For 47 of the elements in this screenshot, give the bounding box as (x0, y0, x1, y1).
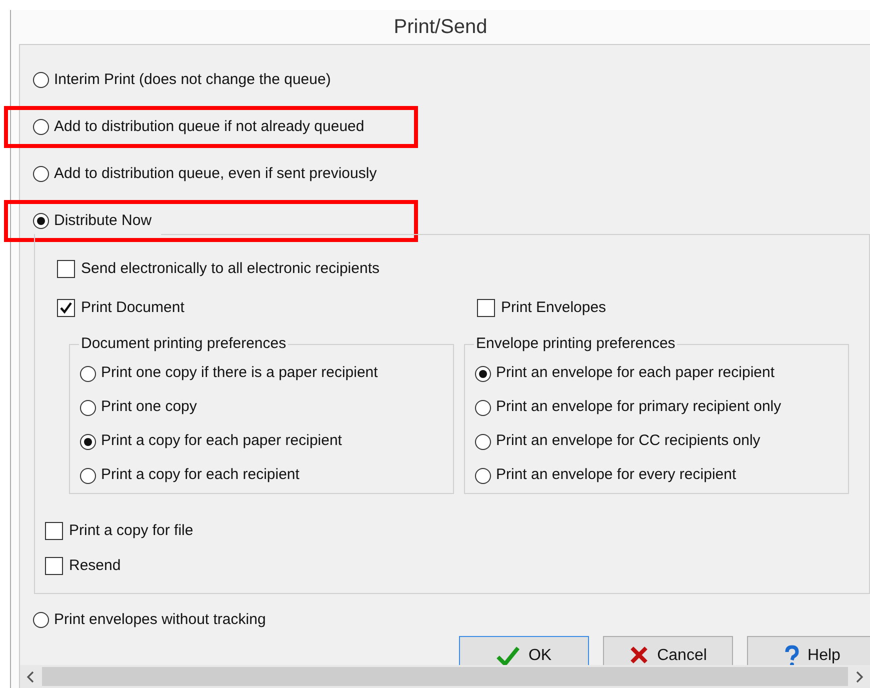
radio-button[interactable] (33, 213, 49, 229)
cross-icon (629, 645, 650, 665)
option-label: Print one copy (101, 397, 197, 418)
option-label: Print an envelope for each paper recipient (496, 363, 775, 384)
scrollbar-thumb[interactable] (42, 667, 848, 686)
checkbox[interactable] (57, 260, 75, 278)
option-label: Add to distribution queue, even if sent previously (54, 164, 377, 184)
checkbox-label: Print a copy for file (69, 520, 194, 540)
check-icon (496, 645, 520, 665)
checkbox-label: Send electronically to all electronic recipients (81, 258, 380, 278)
option-label: Print a copy for each recipient (101, 465, 300, 486)
checkbox[interactable] (57, 299, 75, 318)
radio-button[interactable] (475, 468, 491, 484)
option-label: Print an envelope for CC recipients only (496, 431, 760, 452)
option-label: Distribute Now (54, 210, 152, 231)
radio-button[interactable] (80, 400, 96, 416)
radio-button[interactable] (80, 366, 96, 382)
option-label: Print an envelope for primary recipient only (496, 397, 782, 418)
radio-button[interactable] (475, 434, 491, 450)
scroll-right-icon[interactable] (854, 670, 864, 682)
option-label: Print a copy for each paper recipient (101, 431, 342, 452)
option-label: Print envelopes without tracking (54, 610, 266, 630)
checkbox[interactable] (45, 522, 63, 540)
ok-button[interactable]: OK (459, 636, 589, 665)
checkbox[interactable] (477, 299, 495, 318)
window-title: Print/Send (394, 14, 488, 40)
radio-button[interactable] (33, 72, 49, 88)
scroll-left-icon[interactable] (26, 670, 36, 682)
option-label: Add to distribution queue if not already queued (54, 116, 364, 137)
radio-button[interactable] (33, 166, 49, 182)
radio-button[interactable] (475, 366, 491, 382)
question-mark-icon (784, 645, 800, 665)
option-label: Print an envelope for every recipient (496, 465, 736, 486)
checkbox[interactable] (45, 557, 63, 576)
radio-button[interactable] (80, 434, 96, 450)
radio-button[interactable] (80, 468, 96, 484)
option-label: Print one copy if there is a paper recipient (101, 363, 378, 384)
radio-button[interactable] (33, 612, 49, 628)
horizontal-scrollbar[interactable] (20, 665, 870, 688)
radio-button[interactable] (475, 400, 491, 416)
checkbox-label: Resend (69, 556, 121, 576)
help-button[interactable]: Help (747, 636, 870, 665)
cancel-button[interactable]: Cancel (603, 636, 733, 665)
radio-button[interactable] (33, 119, 49, 135)
checkbox-label: Print Envelopes (501, 298, 606, 318)
option-label: Interim Print (does not change the queue) (54, 70, 331, 90)
checkbox-label: Print Document (81, 298, 184, 318)
